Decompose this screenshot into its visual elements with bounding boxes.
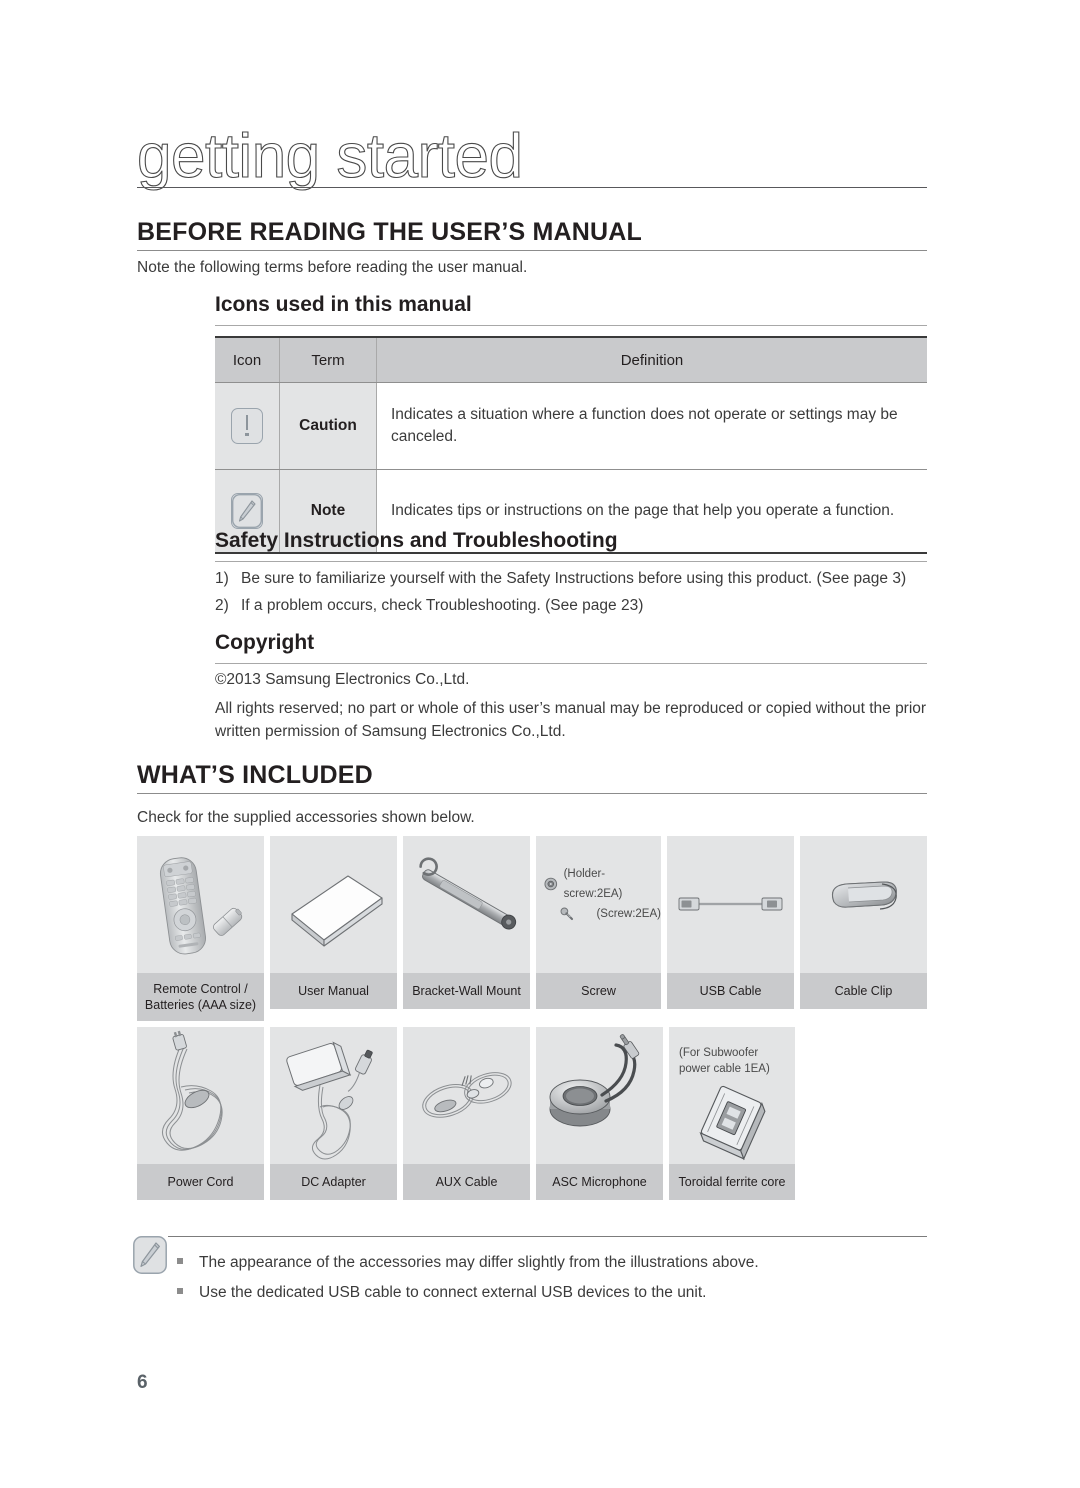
table-row: Caution Indicates a situation where a fu… bbox=[215, 382, 927, 470]
bracket-wall-mount-icon bbox=[403, 836, 530, 973]
screw-note-text-2: (Screw:2EA) bbox=[596, 908, 661, 920]
list-item-number: 1) bbox=[215, 570, 229, 587]
bullet-icon bbox=[177, 1258, 183, 1264]
screw-notes: (Holder-screw:2EA) (Screw:2EA) bbox=[544, 864, 661, 924]
accessory-label: ASC Microphone bbox=[536, 1164, 663, 1200]
accessory-usb-cable: USB Cable bbox=[667, 836, 794, 1021]
caution-icon-cell bbox=[215, 382, 280, 470]
column-header-term: Term bbox=[279, 336, 377, 383]
copyright-line-1: ©2013 Samsung Electronics Co.,Ltd. bbox=[215, 671, 470, 688]
subsection-divider-copyright bbox=[215, 663, 927, 664]
list-item: Use the dedicated USB cable to connect e… bbox=[177, 1278, 759, 1308]
accessory-screw: (Holder-screw:2EA) (Screw:2EA) Screw bbox=[536, 836, 661, 1021]
accessory-ferrite-core: (For Subwoofer power cable 1EA) Toroidal… bbox=[669, 1027, 795, 1200]
list-item-text: Use the dedicated USB cable to connect e… bbox=[199, 1284, 707, 1301]
accessory-label: AUX Cable bbox=[403, 1164, 530, 1200]
section-heading-whats-included: WHAT’S INCLUDED bbox=[137, 761, 373, 789]
section-heading-before-reading: BEFORE READING THE USER’S MANUAL bbox=[137, 218, 643, 246]
column-header-icon: Icon bbox=[215, 336, 280, 383]
list-item: The appearance of the accessories may di… bbox=[177, 1248, 759, 1278]
caution-icon bbox=[231, 408, 263, 444]
whats-included-intro: Check for the supplied accessories shown… bbox=[137, 809, 475, 826]
subsection-heading-icons: Icons used in this manual bbox=[215, 293, 472, 316]
accessory-label: USB Cable bbox=[667, 973, 794, 1009]
accessory-label: User Manual bbox=[270, 973, 397, 1009]
accessory-label: Remote Control / Batteries (AAA size) bbox=[137, 973, 264, 1021]
accessory-cable-clip: Cable Clip bbox=[800, 836, 927, 1021]
list-item-text: If a problem occurs, check Troubleshooti… bbox=[241, 597, 644, 614]
title-divider bbox=[137, 187, 927, 188]
asc-microphone-icon bbox=[536, 1027, 663, 1164]
accessory-label-line1: Remote Control / bbox=[153, 982, 248, 996]
list-item: 2) If a problem occurs, check Troubleshoo… bbox=[215, 592, 906, 619]
accessory-power-cord: Power Cord bbox=[137, 1027, 264, 1200]
list-item: 1) Be sure to familiarize yourself with t… bbox=[215, 565, 906, 592]
caution-definition: Indicates a situation where a function d… bbox=[376, 382, 927, 470]
accessories-row-1: Remote Control / Batteries (AAA size) Us… bbox=[137, 836, 927, 1021]
accessories-grid: Remote Control / Batteries (AAA size) Us… bbox=[137, 836, 927, 1206]
subsection-divider-icons bbox=[215, 325, 927, 326]
footer-note-list: The appearance of the accessories may di… bbox=[177, 1248, 759, 1308]
accessory-bracket-wall-mount: Bracket-Wall Mount bbox=[403, 836, 530, 1021]
ferrite-core-icon: (For Subwoofer power cable 1EA) bbox=[669, 1027, 795, 1164]
section-divider-whats-included bbox=[137, 793, 927, 794]
list-item-text: Be sure to familiarize yourself with the… bbox=[241, 570, 907, 587]
list-item-number: 2) bbox=[215, 597, 229, 614]
bullet-icon bbox=[177, 1288, 183, 1294]
power-cord-icon bbox=[137, 1027, 264, 1164]
accessory-label: Toroidal ferrite core bbox=[669, 1164, 795, 1200]
accessory-label: Bracket-Wall Mount bbox=[403, 973, 530, 1009]
user-manual-icon bbox=[270, 836, 397, 973]
caution-term: Caution bbox=[279, 382, 377, 470]
note-icon bbox=[231, 493, 263, 529]
accessory-label: DC Adapter bbox=[270, 1164, 397, 1200]
remote-control-icon bbox=[137, 836, 264, 973]
empty-image-slot bbox=[801, 1027, 927, 1164]
safety-list: 1) Be sure to familiarize yourself with t… bbox=[215, 565, 906, 619]
screw-note-line-1: (Holder-screw:2EA) bbox=[544, 864, 661, 904]
icons-table: Icon Term Definition Caution Indicates a… bbox=[215, 336, 927, 554]
aux-cable-icon bbox=[403, 1027, 530, 1164]
holder-screw-glyph bbox=[544, 877, 558, 891]
accessory-remote-control: Remote Control / Batteries (AAA size) bbox=[137, 836, 264, 1021]
screw-note-text-1: (Holder-screw:2EA) bbox=[563, 868, 623, 900]
accessory-user-manual: User Manual bbox=[270, 836, 397, 1021]
accessory-dc-adapter: DC Adapter bbox=[270, 1027, 397, 1200]
screw-glyph bbox=[560, 907, 574, 921]
usb-cable-icon bbox=[667, 836, 794, 973]
accessory-empty-cell bbox=[801, 1027, 927, 1200]
accessory-label: Cable Clip bbox=[800, 973, 927, 1009]
screw-icon: (Holder-screw:2EA) (Screw:2EA) bbox=[536, 836, 661, 973]
subsection-heading-safety: Safety Instructions and Troubleshooting bbox=[215, 529, 618, 552]
accessories-row-2: Power Cord DC Adapter AUX Cable ASC Micr… bbox=[137, 1027, 927, 1200]
screw-note-line-2: (Screw:2EA) bbox=[544, 904, 661, 924]
copyright-line-3: written permission of Samsung Electronic… bbox=[215, 723, 566, 740]
column-header-definition: Definition bbox=[376, 336, 927, 383]
subsection-divider-safety bbox=[215, 561, 927, 562]
empty-label-slot bbox=[801, 1164, 927, 1200]
section-divider-before-reading bbox=[137, 250, 927, 251]
accessory-asc-microphone: ASC Microphone bbox=[536, 1027, 663, 1200]
list-item-text: The appearance of the accessories may di… bbox=[199, 1254, 759, 1271]
note-icon bbox=[133, 1236, 167, 1279]
before-reading-intro: Note the following terms before reading … bbox=[137, 259, 528, 276]
accessory-label: Power Cord bbox=[137, 1164, 264, 1200]
page-title: getting started bbox=[136, 122, 523, 191]
accessory-label: Screw bbox=[536, 973, 661, 1009]
table-header-row: Icon Term Definition bbox=[215, 336, 927, 383]
dc-adapter-icon bbox=[270, 1027, 397, 1164]
footer-note-divider bbox=[168, 1236, 927, 1237]
accessory-label-line2: Batteries (AAA size) bbox=[144, 998, 257, 1012]
copyright-line-2: All rights reserved; no part or whole of… bbox=[215, 700, 927, 717]
page-number: 6 bbox=[137, 1372, 148, 1393]
accessory-aux-cable: AUX Cable bbox=[403, 1027, 530, 1200]
subsection-heading-copyright: Copyright bbox=[215, 631, 315, 654]
cable-clip-icon bbox=[800, 836, 927, 973]
